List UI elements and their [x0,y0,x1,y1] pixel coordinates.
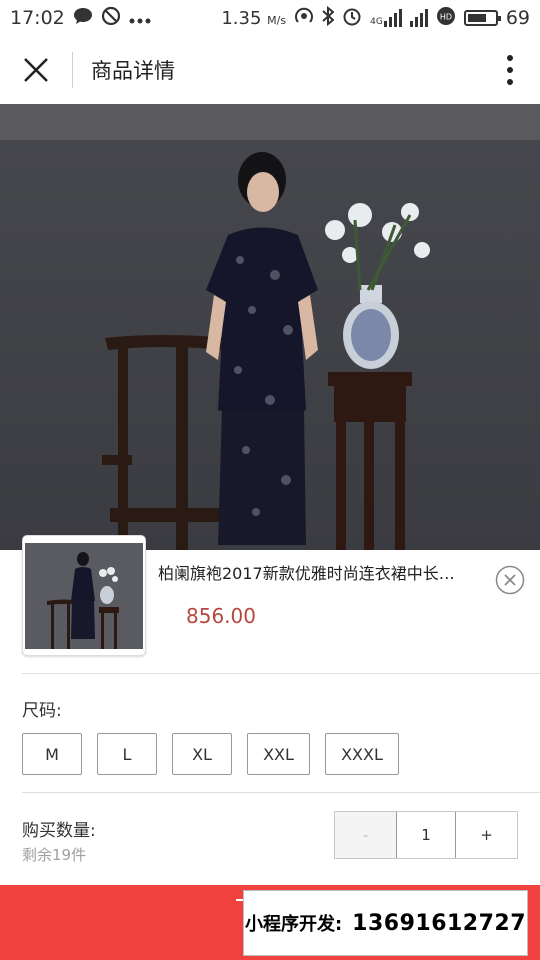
divider-2 [22,792,540,793]
size-option-m[interactable]: M [22,733,82,775]
product-photo [102,152,430,550]
status-bar: 17:02 1.35 M/s 4G HD 69 [0,0,540,36]
page-title: 商品详情 [91,59,175,83]
signal-bars-2-icon [409,9,428,27]
stock-remaining: 剩余19件 [22,846,87,864]
bluetooth-icon [322,5,335,31]
more-notifications-icon [129,7,151,29]
battery-icon [463,10,501,26]
product-thumbnail [22,535,146,656]
battery-fill [467,14,486,22]
size-option-xxxl[interactable]: XXXL [325,733,399,775]
battery-text: 69 [505,7,530,29]
network-speed-unit: M/s [267,13,287,27]
close-icon [24,58,48,82]
product-thumbnail-photo [25,543,143,649]
more-button[interactable] [480,36,540,104]
quantity-stepper: - 1 + [334,811,518,859]
network-speed: 1.35 M/s [221,8,286,29]
quantity-plus-button[interactable]: + [456,812,517,858]
alarm-icon [342,6,362,31]
size-label: 尺码: [22,701,62,721]
hd-icon: HD [436,6,456,31]
sku-panel: 柏阑旗袍2017新款优雅时尚连衣裙中长… 856.00 尺码: M L XL X… [0,535,540,885]
size-option-l[interactable]: L [97,733,157,775]
developer-contact-banner: 小程序开发: 13691612727 [243,890,528,956]
svg-text:HD: HD [440,12,452,21]
signal-bars [383,9,402,27]
hotspot-icon [294,6,314,31]
product-name: 柏阑旗袍2017新款优雅时尚连衣裙中长… [158,564,455,583]
hero-backdrop [0,140,540,550]
stand-shape [328,372,412,550]
developer-label: 小程序开发: [244,914,343,935]
flowers-shape [325,203,430,291]
quantity-label: 购买数量: [22,821,96,841]
network-speed-value: 1.35 [221,7,262,29]
vase-shape [343,285,399,369]
model-shape [206,152,318,545]
divider-1 [22,673,540,674]
close-circle-icon [495,565,525,595]
status-left: 17:02 [10,6,151,31]
product-price: 856.00 [186,604,256,628]
status-time: 17:02 [10,7,65,29]
close-panel-button[interactable] [495,565,525,595]
close-button[interactable] [0,36,72,104]
size-option-xl[interactable]: XL [172,733,232,775]
product-hero-image [0,104,540,550]
quantity-input[interactable]: 1 [396,812,456,858]
title-bar: 商品详情 [0,36,540,104]
size-option-xxl[interactable]: XXL [247,733,310,775]
quantity-minus-button[interactable]: - [335,812,396,858]
network-type: 4G [370,17,383,27]
hero-top-band [0,104,540,140]
chair-shape [102,335,230,550]
chat-bubble-icon [73,7,93,30]
do-not-disturb-icon [101,6,121,31]
status-right: 1.35 M/s 4G HD 69 [221,5,530,31]
title-divider [72,52,73,88]
developer-phone: 13691612727 [352,910,527,936]
signal-4g-icon: 4G [370,9,402,27]
product-thumbnail-image [25,543,143,649]
more-vertical-icon [507,55,513,85]
